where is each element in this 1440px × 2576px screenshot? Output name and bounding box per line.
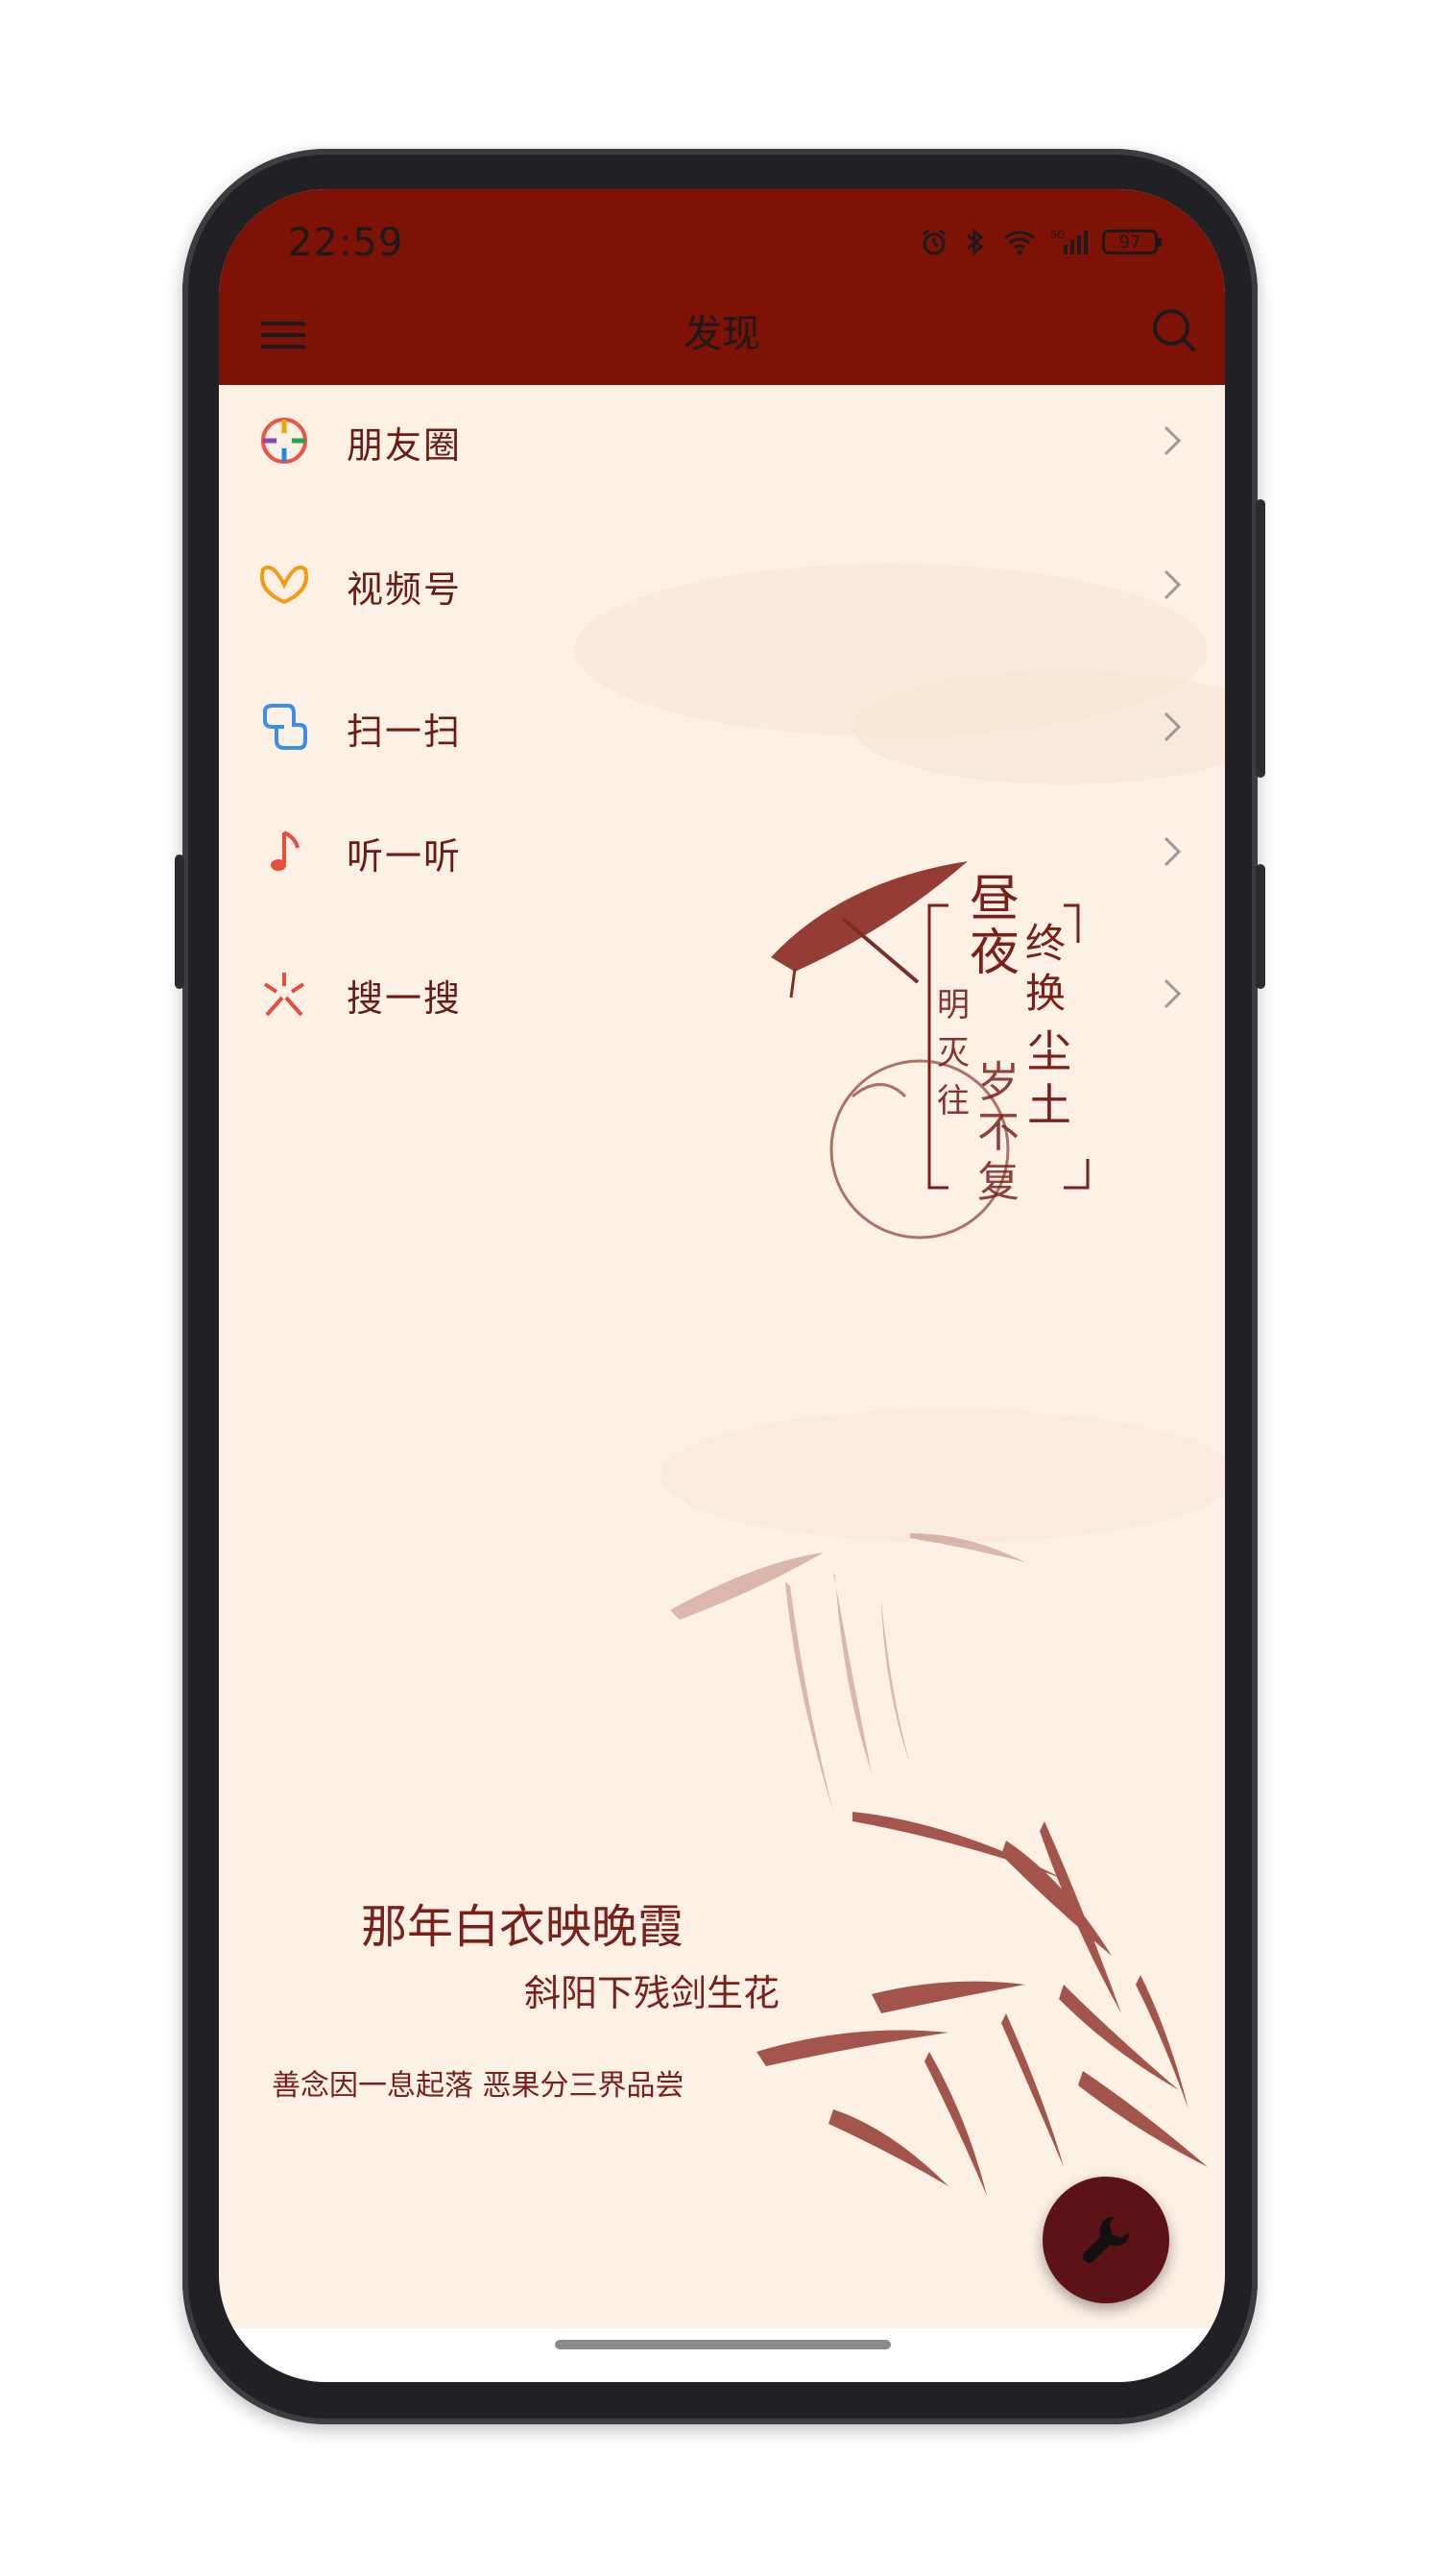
list-item-moments[interactable]: 朋友圈 [219,385,1225,500]
battery-indicator: 97 [1102,229,1162,254]
wallpaper-poem-col4: 岁不复 [977,1058,1020,1207]
music-note-icon [271,831,300,871]
wrench-fab-button[interactable] [1043,2177,1169,2303]
list-item-label: 搜一搜 [347,977,463,1020]
network-label: 5G [1050,229,1066,241]
power-button [1256,499,1265,778]
list-item-label: 朋友圈 [347,424,463,467]
search-icon[interactable] [1146,302,1204,360]
chevron-right-icon [1164,978,1182,1009]
list-item-channels[interactable]: 视频号 [219,529,1225,644]
list-item-label: 视频号 [347,568,463,611]
status-icons: 5G 97 [920,228,1162,256]
list-item-label: 听一听 [347,835,463,878]
status-time: 22:59 [288,221,404,265]
chevron-right-icon [1164,836,1182,867]
wallpaper-line1: 那年白衣映晚霞 [361,1900,684,1954]
list-item-scan[interactable]: 扫一扫 [219,671,1225,786]
wrench-icon [1083,2217,1129,2263]
list-item-search[interactable]: 搜一搜 [219,938,1225,1053]
list-item-listen[interactable]: 听一听 [219,796,1225,911]
chevron-right-icon [1164,569,1182,600]
side-button [1256,864,1265,989]
scan-icon [263,704,307,750]
wallpaper-art [574,564,1225,2196]
alarm-icon [923,229,946,255]
moments-icon [261,418,307,464]
wallpaper-line3: 善念因一息起落 恶果分三界品尝 [272,2069,684,2103]
volume-button [175,855,184,989]
page-title: 发现 [684,312,760,356]
home-indicator[interactable] [555,2340,891,2349]
channels-icon [260,566,308,605]
bottom-safe-area [219,2328,1225,2382]
signal-icon: 5G [1050,229,1088,254]
wifi-icon [1004,230,1035,255]
search-sparkle-icon [263,973,305,1017]
chevron-right-icon [1164,425,1182,456]
chevron-right-icon [1164,711,1182,742]
wallpaper-line2: 斜阳下残剑生花 [524,1972,780,2014]
list-item-label: 扫一扫 [347,710,463,753]
top-bar: 22:59 5G 97 发现 [219,189,1225,385]
screen: 昼夜 明灭往 终换 岁不复 尘土 那年白衣映晚霞 斜阳下残剑生花 善念因一息起落… [219,189,1225,2382]
bluetooth-icon [967,228,984,256]
